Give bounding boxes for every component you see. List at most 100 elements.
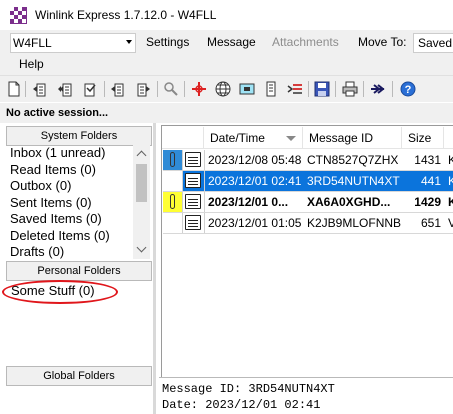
paperclip-icon <box>170 152 175 167</box>
move-to-value: Saved <box>418 36 453 50</box>
message-preview: Message ID: 3RD54NUTN4XT Date: 2023/12/0… <box>159 377 453 414</box>
forward-icon[interactable] <box>83 81 99 97</box>
toolbar-separator <box>184 81 185 97</box>
folder-outbox[interactable]: Outbox (0) <box>6 178 131 195</box>
menu-help[interactable]: Help <box>19 57 44 71</box>
flag-cell[interactable] <box>163 213 183 233</box>
callsign-select[interactable]: W4FLL <box>10 33 136 53</box>
chevron-up-icon[interactable] <box>136 150 147 161</box>
system-folder-list: Inbox (1 unread) Read Items (0) Outbox (… <box>6 145 131 261</box>
reply-all-icon[interactable] <box>58 81 74 97</box>
col-icons-header[interactable] <box>162 127 204 149</box>
menu-message[interactable]: Message <box>207 35 256 49</box>
flag-cell[interactable] <box>163 192 183 212</box>
folder-saved-items[interactable]: Saved Items (0) <box>6 211 131 228</box>
radio-icon[interactable] <box>239 81 255 97</box>
globe-icon[interactable] <box>215 81 231 97</box>
save-icon[interactable] <box>314 81 330 97</box>
message-type-cell <box>183 150 205 170</box>
cell-extra: V <box>448 216 453 230</box>
table-row[interactable]: 2023/12/01 0... XA6A0XGHD... 1429 K <box>163 192 453 213</box>
menu-attachments[interactable]: Attachments <box>272 35 339 49</box>
window-title: Winlink Express 1.7.12.0 - W4FLL <box>35 8 217 22</box>
message-icon <box>185 194 201 209</box>
global-folders-header[interactable]: Global Folders <box>6 366 152 386</box>
toolbar-separator <box>25 81 26 97</box>
preview-message-id: Message ID: 3RD54NUTN4XT <box>162 382 335 396</box>
table-row[interactable]: 2023/12/01 02:41 3RD54NUTN4XT 441 K <box>163 171 453 192</box>
position-report-icon[interactable] <box>191 81 207 97</box>
cell-size: 1429 <box>414 195 441 209</box>
templates-icon[interactable] <box>287 81 303 97</box>
message-list-pane: Date/Time Message ID Size 2023/12/08 05:… <box>159 123 453 377</box>
help-icon[interactable]: ? <box>400 81 416 97</box>
title-bar: Winlink Express 1.7.12.0 - W4FLL <box>0 0 453 30</box>
svg-text:?: ? <box>405 84 412 96</box>
contacts-icon[interactable] <box>263 81 279 97</box>
col-extra-header[interactable] <box>444 127 453 149</box>
flag-cell[interactable] <box>163 150 183 170</box>
move-to-select[interactable]: Saved <box>413 33 453 53</box>
chevron-down-icon[interactable] <box>136 242 147 253</box>
cell-size: 651 <box>420 216 441 230</box>
col-datetime-header[interactable]: Date/Time <box>204 127 303 149</box>
send-receive-icon[interactable] <box>370 81 386 97</box>
chevron-down-icon <box>126 40 132 44</box>
message-type-cell <box>183 171 205 191</box>
system-folders-header[interactable]: System Folders <box>6 126 152 146</box>
cell-extra: K <box>448 153 453 167</box>
flag-cell[interactable] <box>163 171 183 191</box>
toolbar: ? <box>0 75 453 102</box>
cell-size: 441 <box>420 174 441 188</box>
folder-drafts[interactable]: Drafts (0) <box>6 244 131 261</box>
checkered-flag-icon <box>10 6 27 24</box>
message-icon <box>185 152 201 167</box>
toolbar-separator <box>335 81 336 97</box>
preview-date: Date: 2023/12/01 02:41 <box>162 398 321 412</box>
personal-folders-header[interactable]: Personal Folders <box>6 261 152 281</box>
annotation-ellipse <box>2 280 118 304</box>
new-message-icon[interactable] <box>6 81 22 97</box>
cell-message-id: XA6A0XGHD... <box>307 195 391 209</box>
toolbar-separator <box>104 81 105 97</box>
print-message-icon[interactable] <box>110 81 126 97</box>
delete-icon[interactable] <box>135 81 151 97</box>
cell-size: 1431 <box>414 153 441 167</box>
reply-icon[interactable] <box>32 81 48 97</box>
menu-settings[interactable]: Settings <box>146 35 189 49</box>
folder-read-items[interactable]: Read Items (0) <box>6 162 131 179</box>
folder-deleted-items[interactable]: Deleted Items (0) <box>6 228 131 245</box>
printer-icon[interactable] <box>342 81 358 97</box>
cell-message-id: K2JB9MLOFNNB <box>307 216 402 230</box>
col-size-header[interactable]: Size <box>402 127 444 149</box>
col-message-id-header[interactable]: Message ID <box>303 127 402 149</box>
folder-sent-items[interactable]: Sent Items (0) <box>6 195 131 212</box>
cell-datetime: 2023/12/01 01:05 <box>208 216 302 230</box>
menu-bar: W4FLL Settings Message Attachments Move … <box>0 30 453 75</box>
cell-message-id: 3RD54NUTN4XT <box>307 174 400 188</box>
message-type-cell <box>183 213 205 233</box>
toolbar-separator <box>392 81 393 97</box>
callsign-value: W4FLL <box>13 36 52 50</box>
toolbar-separator <box>363 81 364 97</box>
cell-message-id: CTN8527Q7ZHX <box>307 153 399 167</box>
sort-descending-icon <box>286 136 296 141</box>
table-row[interactable]: 2023/12/08 05:48 CTN8527Q7ZHX 1431 K <box>163 150 453 171</box>
scrollbar-thumb[interactable] <box>136 164 147 202</box>
folder-scrollbar[interactable] <box>133 144 150 259</box>
cell-extra: K <box>448 195 453 209</box>
paperclip-icon <box>170 194 175 209</box>
message-list: Date/Time Message ID Size 2023/12/08 05:… <box>161 125 453 377</box>
search-icon[interactable] <box>163 81 179 97</box>
session-status: No active session... <box>6 107 109 119</box>
message-icon <box>185 173 201 188</box>
cell-datetime: 2023/12/08 05:48 <box>208 153 302 167</box>
folder-pane: System Folders Inbox (1 unread) Read Ite… <box>0 123 156 414</box>
folder-inbox[interactable]: Inbox (1 unread) <box>6 145 131 162</box>
cell-datetime: 2023/12/01 0... <box>208 195 289 209</box>
table-row[interactable]: 2023/12/01 01:05 K2JB9MLOFNNB 651 V <box>163 213 453 234</box>
cell-datetime: 2023/12/01 02:41 <box>208 174 302 188</box>
toolbar-separator <box>157 81 158 97</box>
cell-extra: K <box>448 174 453 188</box>
status-bar: No active session... <box>0 103 453 123</box>
